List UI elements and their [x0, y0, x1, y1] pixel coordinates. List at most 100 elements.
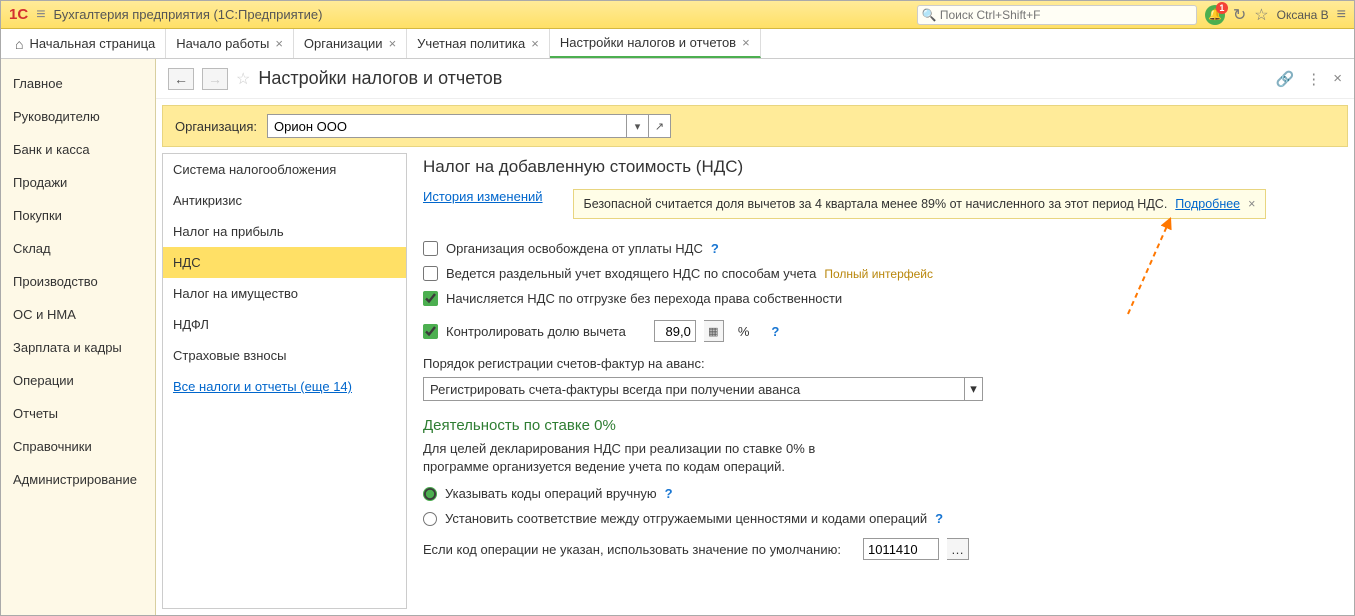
- sidenav: Главное Руководителю Банк и касса Продаж…: [1, 59, 156, 615]
- tab-home[interactable]: ⌂ Начальная страница: [5, 29, 166, 58]
- search-input[interactable]: [917, 5, 1197, 25]
- close-icon[interactable]: ×: [389, 36, 397, 51]
- close-page-icon[interactable]: ×: [1333, 70, 1342, 87]
- app-title: Бухгалтерия предприятия (1С:Предприятие): [54, 7, 323, 22]
- zero-rate-description: Для целей декларирования НДС при реализа…: [423, 440, 843, 476]
- help-icon[interactable]: ?: [711, 241, 719, 256]
- favorite-icon[interactable]: ☆: [1254, 5, 1268, 25]
- sidenav-item-operations[interactable]: Операции: [1, 364, 155, 397]
- user-name[interactable]: Оксана В: [1277, 8, 1329, 22]
- sidenav-item-production[interactable]: Производство: [1, 265, 155, 298]
- settings-nav-ndfl[interactable]: НДФЛ: [163, 309, 406, 340]
- control-share-input[interactable]: [654, 320, 696, 342]
- sidenav-item-purchases[interactable]: Покупки: [1, 199, 155, 232]
- vat-form: Налог на добавленную стоимость (НДС) Ист…: [407, 153, 1348, 609]
- search-icon: 🔍: [922, 8, 937, 22]
- settings-nav-anticrisis[interactable]: Антикризис: [163, 185, 406, 216]
- control-share-checkbox[interactable]: [423, 324, 438, 339]
- help-icon[interactable]: ?: [771, 324, 779, 339]
- organization-open-button[interactable]: ↗: [649, 114, 671, 138]
- default-code-label: Если код операции не указан, использоват…: [423, 542, 841, 557]
- page-title: Настройки налогов и отчетов: [258, 68, 502, 89]
- home-icon: ⌂: [15, 36, 23, 52]
- vat-exempt-label: Организация освобождена от уплаты НДС: [446, 241, 703, 256]
- app-logo: 1C: [9, 6, 28, 23]
- close-icon[interactable]: ×: [275, 36, 283, 51]
- vat-exempt-checkbox[interactable]: [423, 241, 438, 256]
- invoice-order-select[interactable]: Регистрировать счета-фактуры всегда при …: [423, 377, 983, 401]
- sidenav-item-references[interactable]: Справочники: [1, 430, 155, 463]
- more-icon[interactable]: ⋮: [1306, 70, 1321, 88]
- shipment-vat-label: Начисляется НДС по отгрузке без перехода…: [446, 291, 842, 306]
- tab-label: Организации: [304, 36, 383, 51]
- codes-auto-radio[interactable]: [423, 512, 437, 526]
- safe-share-notice: Безопасной считается доля вычетов за 4 к…: [573, 189, 1267, 219]
- organization-label: Организация:: [175, 119, 257, 134]
- sidenav-item-sales[interactable]: Продажи: [1, 166, 155, 199]
- sidenav-item-main[interactable]: Главное: [1, 67, 155, 100]
- chevron-down-icon[interactable]: ▾: [964, 378, 982, 400]
- invoice-order-label: Порядок регистрации счетов-фактур на ава…: [423, 356, 1332, 371]
- codes-auto-label: Установить соответствие между отгружаемы…: [445, 511, 927, 526]
- help-icon[interactable]: ?: [935, 511, 943, 526]
- close-icon[interactable]: ×: [531, 36, 539, 51]
- history-icon[interactable]: ↻: [1233, 5, 1246, 25]
- full-interface-hint: Полный интерфейс: [824, 267, 933, 281]
- history-link[interactable]: История изменений: [423, 189, 543, 204]
- codes-manual-label: Указывать коды операций вручную: [445, 486, 657, 501]
- organization-bar: Организация: ▾ ↗: [162, 105, 1348, 147]
- ellipsis-button[interactable]: …: [947, 538, 969, 560]
- codes-manual-radio[interactable]: [423, 487, 437, 501]
- sidenav-item-payroll[interactable]: Зарплата и кадры: [1, 331, 155, 364]
- hamburger-icon[interactable]: ≡: [36, 6, 45, 24]
- settings-nav-vat[interactable]: НДС: [163, 247, 406, 278]
- tab-start[interactable]: Начало работы ×: [166, 29, 294, 58]
- close-icon[interactable]: ×: [742, 35, 750, 50]
- sidenav-item-reports[interactable]: Отчеты: [1, 397, 155, 430]
- link-icon[interactable]: 🔗: [1276, 70, 1295, 88]
- settings-nav-insurance[interactable]: Страховые взносы: [163, 340, 406, 371]
- notifications-button[interactable]: 🔔1: [1205, 5, 1225, 25]
- settings-nav: Система налогообложения Антикризис Налог…: [162, 153, 407, 609]
- form-heading: Налог на добавленную стоимость (НДС): [423, 157, 1332, 177]
- calculator-icon[interactable]: ▦: [704, 320, 724, 342]
- default-code-input[interactable]: [863, 538, 939, 560]
- sidenav-item-assets[interactable]: ОС и НМА: [1, 298, 155, 331]
- tab-accounting-policy[interactable]: Учетная политика ×: [407, 29, 550, 58]
- sidenav-item-admin[interactable]: Администрирование: [1, 463, 155, 496]
- invoice-order-value: Регистрировать счета-фактуры всегда при …: [430, 382, 800, 397]
- shipment-vat-checkbox[interactable]: [423, 291, 438, 306]
- sidenav-item-warehouse[interactable]: Склад: [1, 232, 155, 265]
- notification-badge: 1: [1216, 2, 1228, 14]
- organization-dropdown-button[interactable]: ▾: [627, 114, 649, 138]
- tab-label: Учетная политика: [417, 36, 525, 51]
- settings-nav-profit-tax[interactable]: Налог на прибыль: [163, 216, 406, 247]
- tab-tax-settings[interactable]: Настройки налогов и отчетов ×: [550, 29, 761, 58]
- tab-label: Начало работы: [176, 36, 269, 51]
- notice-close-icon[interactable]: ×: [1248, 197, 1255, 211]
- settings-nav-property-tax[interactable]: Налог на имущество: [163, 278, 406, 309]
- forward-button[interactable]: →: [202, 68, 228, 90]
- star-icon[interactable]: ☆: [236, 69, 250, 89]
- back-button[interactable]: ←: [168, 68, 194, 90]
- global-search: 🔍: [917, 5, 1197, 25]
- pagebar: ← → ☆ Настройки налогов и отчетов 🔗 ⋮ ×: [156, 59, 1354, 99]
- sidenav-item-bank[interactable]: Банк и касса: [1, 133, 155, 166]
- menu-icon[interactable]: ≡: [1337, 6, 1346, 24]
- tab-label: Настройки налогов и отчетов: [560, 35, 736, 50]
- topbar: 1C ≡ Бухгалтерия предприятия (1С:Предпри…: [1, 1, 1354, 29]
- separate-accounting-label: Ведется раздельный учет входящего НДС по…: [446, 266, 816, 281]
- sidenav-item-manager[interactable]: Руководителю: [1, 100, 155, 133]
- tabbar: ⌂ Начальная страница Начало работы × Орг…: [1, 29, 1354, 59]
- tab-label: Начальная страница: [29, 36, 155, 51]
- notice-text: Безопасной считается доля вычетов за 4 к…: [584, 197, 1168, 211]
- organization-input[interactable]: [267, 114, 627, 138]
- notice-more-link[interactable]: Подробнее: [1175, 197, 1240, 211]
- settings-nav-all-link[interactable]: Все налоги и отчеты (еще 14): [163, 371, 406, 402]
- help-icon[interactable]: ?: [665, 486, 673, 501]
- separate-accounting-checkbox[interactable]: [423, 266, 438, 281]
- zero-rate-heading: Деятельность по ставке 0%: [423, 417, 1332, 434]
- control-share-label: Контролировать долю вычета: [446, 324, 626, 339]
- tab-organizations[interactable]: Организации ×: [294, 29, 407, 58]
- settings-nav-tax-system[interactable]: Система налогообложения: [163, 154, 406, 185]
